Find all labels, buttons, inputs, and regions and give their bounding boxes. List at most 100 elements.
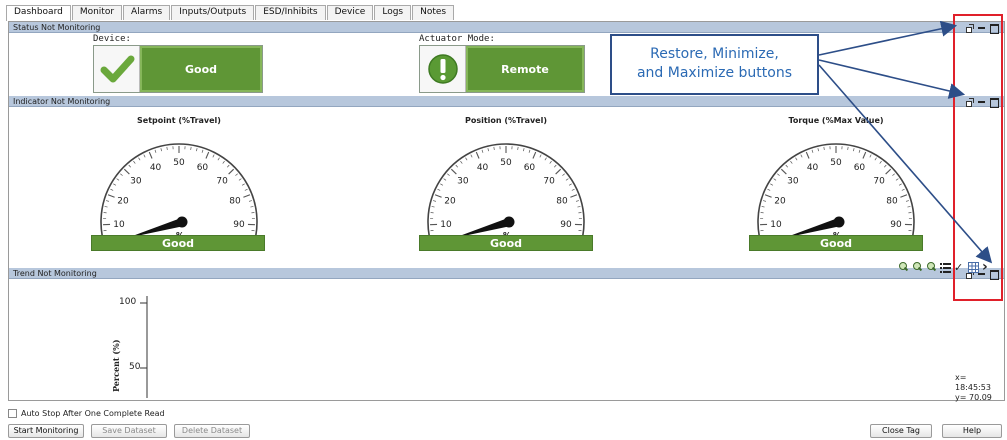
auto-stop-checkbox[interactable] xyxy=(8,409,17,418)
gauge-tick xyxy=(532,151,537,159)
indicator-panel-header: Indicator Not Monitoring xyxy=(9,96,1004,108)
gauge-tick xyxy=(555,168,562,175)
gauge-tick xyxy=(761,206,765,208)
close-tag-button[interactable]: Close Tag xyxy=(870,424,932,438)
gauge-tick xyxy=(120,173,123,176)
grid-icon[interactable] xyxy=(968,262,979,273)
torque-gauge: 0102030405060708090100% xyxy=(757,143,915,236)
gauge-tick-label: 30 xyxy=(457,176,469,186)
gauge-tick xyxy=(475,151,480,159)
gauge-tick xyxy=(450,168,457,175)
save-dataset-button[interactable]: Save Dataset xyxy=(91,424,167,438)
tab-esd-inhibits[interactable]: ESD/Inhibits xyxy=(255,5,326,20)
gauge-title-setpoint: Setpoint (%Travel) xyxy=(137,116,221,125)
gauge-tick xyxy=(853,148,855,152)
tab-notes[interactable]: Notes xyxy=(412,5,455,20)
gauge-tick xyxy=(562,173,565,176)
zoom-out-icon[interactable] xyxy=(912,262,923,273)
gauge-tick xyxy=(874,157,877,161)
start-monitoring-button[interactable]: Start Monitoring xyxy=(8,424,84,438)
legend-icon[interactable] xyxy=(940,262,951,273)
gauge-tick xyxy=(196,148,198,152)
gauge-tick xyxy=(879,160,882,164)
gauge-tick-label: 70 xyxy=(543,176,555,186)
trend-toolbar: ✓ › xyxy=(898,260,993,274)
restore-icon[interactable] xyxy=(966,23,974,33)
info-icon xyxy=(420,46,466,92)
delete-dataset-button[interactable]: Delete Dataset xyxy=(174,424,250,438)
tab-inputs-outputs[interactable]: Inputs/Outputs xyxy=(171,5,255,20)
tab-logs[interactable]: Logs xyxy=(374,5,412,20)
gauge-tick xyxy=(212,154,215,158)
gauge-tick xyxy=(440,183,444,186)
maximize-icon[interactable] xyxy=(990,97,999,108)
gauge-tick xyxy=(123,168,130,175)
gauge-tick xyxy=(228,168,235,175)
gauge-tick xyxy=(248,200,253,202)
gauge-tick xyxy=(800,154,803,158)
gauge-tick xyxy=(432,200,437,202)
checkmark-icon[interactable]: ✓ xyxy=(954,262,965,273)
gauge-tick xyxy=(222,160,225,164)
gauge-tick xyxy=(238,178,242,181)
actuator-mode-value: Remote xyxy=(466,46,584,92)
gauge-tick xyxy=(892,173,895,176)
gauge-tick-label: 20 xyxy=(444,196,456,206)
gauge-tick xyxy=(148,151,153,159)
gauge-tick-label: 90 xyxy=(560,220,572,230)
annotation-callout: Restore, Minimize, and Maximize buttons xyxy=(610,34,819,95)
gauge-tick xyxy=(907,206,911,208)
zoom-reset-icon[interactable] xyxy=(926,262,937,273)
indicator-window-controls xyxy=(966,97,999,108)
gauge-tick xyxy=(205,151,210,159)
minimize-icon[interactable] xyxy=(978,98,986,106)
help-button[interactable]: Help xyxy=(942,424,1002,438)
gauge-tick xyxy=(434,194,442,198)
gauge-tick xyxy=(487,148,489,152)
gauge-tick-label: 80 xyxy=(886,196,898,206)
gauge-tick xyxy=(777,173,780,176)
tab-alarms[interactable]: Alarms xyxy=(123,5,171,20)
status-panel-title: Status Not Monitoring xyxy=(13,23,101,32)
cursor-readout: x= 18:45:53 y= 70.09 xyxy=(955,373,1004,403)
gauge-tick xyxy=(143,154,146,158)
gauge-tick xyxy=(243,194,251,198)
gauge-tick xyxy=(549,160,552,164)
tab-bar: Dashboard Monitor Alarms Inputs/Outputs … xyxy=(6,5,455,21)
gauge-tick xyxy=(244,188,248,191)
gauge-tick xyxy=(554,164,557,168)
maximize-icon[interactable] xyxy=(990,23,999,34)
zoom-in-icon[interactable] xyxy=(898,262,909,273)
gauge-tick xyxy=(201,149,204,153)
gauge-tick-label: 70 xyxy=(216,176,228,186)
tab-monitor[interactable]: Monitor xyxy=(71,5,123,20)
setpoint-gauge: 0102030405060708090100% xyxy=(100,143,258,236)
gauge-tick xyxy=(862,151,867,159)
gauge-tick xyxy=(773,178,777,181)
restore-icon[interactable] xyxy=(966,97,974,107)
gauge-tick-label: 60 xyxy=(854,163,866,173)
gauge-tick xyxy=(431,206,435,208)
gauge-tick xyxy=(905,200,910,202)
indicator-panel: Indicator Not Monitoring Setpoint (%Trav… xyxy=(9,96,1004,268)
tab-dashboard[interactable]: Dashboard xyxy=(6,5,71,21)
gauge-tick-label: 20 xyxy=(117,196,129,206)
chevron-right-icon[interactable]: › xyxy=(982,260,993,274)
tab-device[interactable]: Device xyxy=(326,5,374,20)
gauge-tick xyxy=(160,148,162,152)
gauge-status-torque: Good xyxy=(749,235,923,251)
gauge-tick-label: 40 xyxy=(807,163,819,173)
gauge-tick-label: 10 xyxy=(113,220,125,230)
gauge-tick xyxy=(764,194,772,198)
gauge-tick xyxy=(570,194,578,198)
gauge-status-setpoint: Good xyxy=(91,235,265,251)
minimize-icon[interactable] xyxy=(978,24,986,32)
dashboard-frame: Status Not Monitoring Device: Good Actua… xyxy=(8,21,1005,403)
gauge-tick xyxy=(895,178,899,181)
readout-x: x= 18:45:53 xyxy=(955,373,991,392)
gauge-tick xyxy=(577,206,581,208)
gauge-tick xyxy=(805,151,810,159)
gauge-tick xyxy=(885,168,892,175)
gauge-tick xyxy=(869,154,872,158)
status-panel-header: Status Not Monitoring xyxy=(9,22,1004,34)
